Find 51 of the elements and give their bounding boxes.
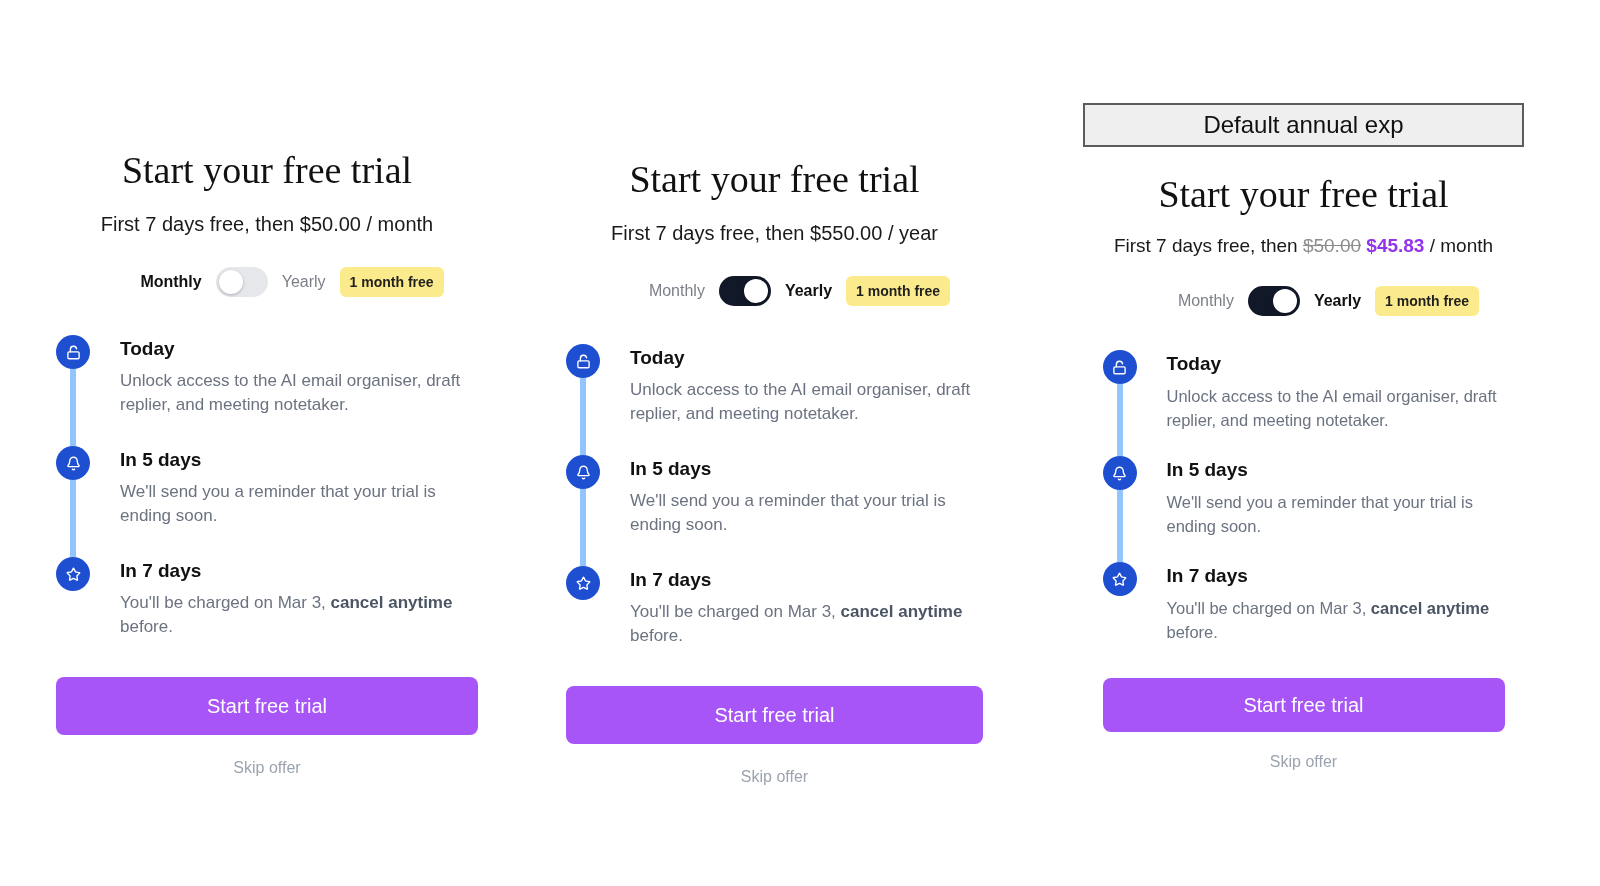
step-description: You'll be charged on Mar 3, cancel anytime before. <box>120 592 454 638</box>
skip-offer-link[interactable]: Skip offer <box>740 766 809 788</box>
discount-badge: 1 month free <box>1375 286 1480 316</box>
step-title: In 7 days <box>1166 564 1249 588</box>
panel-title: Start your free trial <box>1158 172 1449 216</box>
panel-title: Start your free trial <box>121 148 413 192</box>
start-trial-button[interactable]: Start free trial <box>56 677 478 735</box>
step-description: Unlock access to the AI email organiser, draft replier, and meeting notetaker. <box>120 370 462 416</box>
step-description: Unlock access to the AI email organiser, draft replier, and meeting notetaker. <box>1166 386 1498 431</box>
step-description: You'll be charged on Mar 3, cancel anytime before. <box>630 601 964 647</box>
billing-toggle[interactable] <box>1247 286 1300 316</box>
billing-option-label[interactable]: Yearly <box>281 271 326 293</box>
discount-badge: 1 month free <box>846 276 951 306</box>
bell-icon <box>1102 456 1137 490</box>
billing-option-label[interactable]: Monthly <box>1177 290 1234 312</box>
start-trial-button[interactable]: Start free trial <box>1102 678 1505 732</box>
start-trial-button[interactable]: Start free trial <box>566 686 983 744</box>
billing-option-label[interactable]: Yearly <box>784 280 833 302</box>
skip-offer-link[interactable]: Skip offer <box>233 757 301 779</box>
step-title: Today <box>120 337 176 361</box>
timeline-connector <box>1116 384 1123 456</box>
price-text: First 7 days free, then $550.00 / year <box>611 221 938 246</box>
billing-option-label[interactable]: Monthly <box>648 280 705 302</box>
variant-label: Default annual exp <box>1083 103 1524 147</box>
step-title: Today <box>630 346 686 370</box>
discount-badge: 1 month free <box>339 267 444 297</box>
billing-toggle[interactable] <box>215 267 268 297</box>
price-text: First 7 days free, then $50.00 / month <box>100 212 434 237</box>
step-description: You'll be charged on Mar 3, cancel anytime before. <box>1166 598 1491 643</box>
padlock-icon <box>566 344 600 378</box>
step-description: We'll send you a reminder that your trial is ending soon. <box>1166 492 1474 537</box>
billing-option-label[interactable]: Monthly <box>140 271 202 293</box>
bell-icon <box>566 455 600 489</box>
timeline-connector <box>1116 490 1123 562</box>
step-title: In 5 days <box>120 448 203 472</box>
step-description: We'll send you a reminder that your trial is ending soon. <box>120 481 437 527</box>
skip-offer-link[interactable]: Skip offer <box>1269 751 1338 773</box>
step-title: In 5 days <box>630 457 713 481</box>
price-text: First 7 days free, then $50.00 $45.83 / month <box>1113 234 1494 258</box>
padlock-icon <box>56 335 90 369</box>
billing-option-label[interactable]: Yearly <box>1313 290 1362 312</box>
step-title: Today <box>1166 352 1223 376</box>
step-title: In 5 days <box>1166 458 1249 482</box>
padlock-icon <box>1102 350 1137 384</box>
step-description: Unlock access to the AI email organiser, draft replier, and meeting notetaker. <box>630 379 972 425</box>
billing-toggle[interactable] <box>718 276 771 306</box>
step-title: In 7 days <box>120 559 203 583</box>
bell-icon <box>56 446 90 480</box>
step-description: We'll send you a reminder that your trial is ending soon. <box>630 490 947 536</box>
panel-title: Start your free trial <box>629 157 920 201</box>
step-title: In 7 days <box>630 568 713 592</box>
